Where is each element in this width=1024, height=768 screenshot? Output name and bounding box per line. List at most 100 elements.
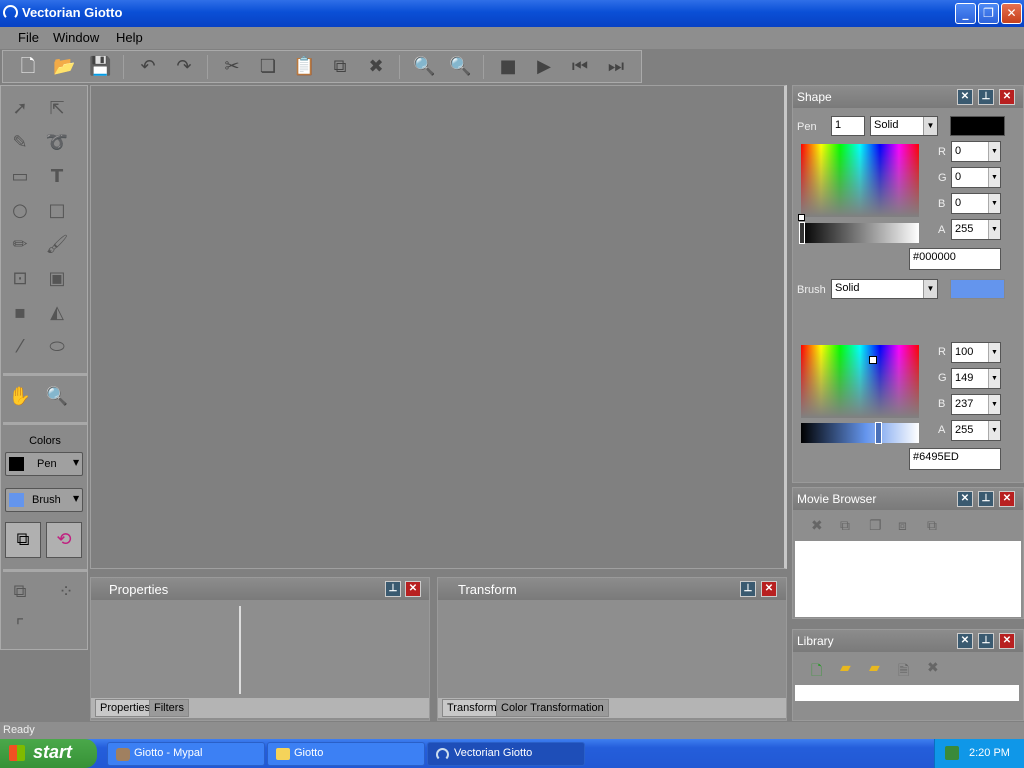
movie-browser-list[interactable] (795, 541, 1021, 617)
pin-icon[interactable]: ⊥ (740, 581, 756, 597)
last-frame-icon[interactable]: ⏭ (605, 56, 627, 78)
delete-icon[interactable]: ✖ (927, 660, 939, 676)
copy-icon[interactable]: ⧉ (840, 518, 850, 534)
chevron-down-icon[interactable]: ▼ (988, 220, 1000, 239)
pin-icon[interactable]: ⊥ (978, 89, 994, 105)
pen-hex-input[interactable]: #000000 (909, 248, 1001, 270)
corner-icon[interactable]: ⌜ (7, 614, 33, 640)
cut-icon[interactable]: ✂ (221, 56, 243, 78)
pen-icon[interactable]: ✏ (7, 232, 33, 258)
paint-bucket-icon[interactable]: ◭ (44, 300, 70, 326)
pen-width-input[interactable]: 1 (831, 116, 865, 136)
close-icon[interactable]: ✕ (999, 89, 1015, 105)
task-vectorian-giotto[interactable]: Vectorian Giotto (427, 742, 585, 766)
play-icon[interactable]: ▶ (533, 56, 555, 78)
rectangle-icon[interactable]: □ (44, 198, 70, 224)
library-list[interactable] (795, 685, 1019, 701)
eraser-icon[interactable]: ⬭ (44, 334, 70, 360)
brush-icon[interactable]: 🖌 (44, 232, 70, 258)
chevron-down-icon[interactable]: ▼ (988, 421, 1000, 440)
network-icon[interactable] (945, 746, 959, 760)
pin-icon[interactable]: ⊥ (385, 581, 401, 597)
first-frame-icon[interactable]: ⏮ (569, 56, 591, 78)
brush-color-button[interactable]: Brush ▼ (5, 488, 83, 512)
delete-icon[interactable]: ✖ (811, 518, 823, 534)
close-icon[interactable]: ✕ (999, 491, 1015, 507)
close-icon[interactable]: ✕ (405, 581, 421, 597)
open-folder-icon[interactable]: 📂 (53, 56, 75, 78)
brush-alpha-handle[interactable] (875, 422, 882, 444)
ink-bottle-icon[interactable]: ▣ (44, 266, 70, 292)
hand-icon[interactable]: ✋ (7, 384, 33, 410)
pin-icon[interactable]: ⊥ (978, 633, 994, 649)
chevron-down-icon[interactable]: ▼ (988, 168, 1000, 187)
new-folder-icon[interactable]: ▰ (840, 660, 851, 676)
tab-color-transformation[interactable]: Color Transformation (496, 699, 609, 717)
brush-g-input[interactable]: 149 ▼ (951, 368, 1001, 389)
start-button[interactable]: start (0, 739, 97, 768)
pen-style-select[interactable]: Solid ▼ (870, 116, 938, 136)
default-colors-icon[interactable]: ⧉ (5, 522, 41, 558)
pin-icon[interactable]: ⊥ (978, 491, 994, 507)
zoom-tool-icon[interactable]: 🔍 (44, 384, 70, 410)
close-icon[interactable]: ✕ (761, 581, 777, 597)
properties-icon[interactable]: 🗎 (898, 660, 909, 684)
new-file-icon[interactable]: 🗋 (17, 56, 39, 78)
move-down-icon[interactable]: ⧈ (898, 518, 907, 534)
pen-color-spectrum[interactable] (801, 144, 919, 217)
arrow-select-icon[interactable]: ➚ (7, 96, 33, 122)
zoom-out-icon[interactable]: 🔍 (449, 56, 471, 78)
close-icon[interactable]: ✕ (957, 491, 973, 507)
chevron-down-icon[interactable]: ▼ (988, 369, 1000, 388)
pen-r-input[interactable]: 0 ▼ (951, 141, 1001, 162)
task-giotto-folder[interactable]: Giotto (267, 742, 425, 766)
tab-transform[interactable]: Transform (442, 699, 502, 717)
brush-color-spectrum[interactable] (801, 345, 919, 418)
duplicate-icon[interactable]: ⧉ (329, 56, 351, 78)
maximize-button[interactable]: ❐ (978, 3, 999, 24)
redo-icon[interactable]: ↷ (173, 56, 195, 78)
brush-alpha-slider[interactable] (801, 423, 919, 443)
brush-hex-input[interactable]: #6495ED (909, 448, 1001, 470)
close-icon[interactable]: ✕ (957, 89, 973, 105)
chevron-down-icon[interactable]: ▼ (988, 194, 1000, 213)
lock-icon[interactable]: ▪ (7, 300, 33, 326)
swap-colors-icon[interactable]: ⟲ (46, 522, 82, 558)
zoom-in-icon[interactable]: 🔍 (413, 56, 435, 78)
undo-icon[interactable]: ↶ (137, 56, 159, 78)
stop-icon[interactable]: ■ (497, 56, 519, 78)
new-symbol-icon[interactable]: 🗋 (811, 660, 822, 684)
save-icon[interactable]: 💾 (89, 56, 111, 78)
chevron-down-icon[interactable]: ▼ (988, 142, 1000, 161)
text-icon[interactable]: T (44, 164, 70, 190)
paste-icon[interactable]: 📋 (293, 56, 315, 78)
brush-r-input[interactable]: 100 ▼ (951, 342, 1001, 363)
snap-icon[interactable]: ⁘ (53, 579, 79, 605)
pen-b-input[interactable]: 0 ▼ (951, 193, 1001, 214)
chevron-down-icon[interactable]: ▼ (988, 343, 1000, 362)
close-icon[interactable]: ✕ (999, 633, 1015, 649)
pen-alpha-slider[interactable] (801, 223, 919, 243)
open-folder-icon[interactable]: ▰ (869, 660, 880, 676)
delete-icon[interactable]: ✖ (365, 56, 387, 78)
pen-alpha-handle[interactable] (799, 222, 805, 244)
move-up-icon[interactable]: ⧉ (927, 518, 937, 534)
ellipse-icon[interactable]: ○ (7, 198, 33, 224)
stage-canvas[interactable] (90, 85, 787, 569)
pen-a-input[interactable]: 255 ▼ (951, 219, 1001, 240)
fill-transform-icon[interactable]: ⊡ (7, 266, 33, 292)
tab-filters[interactable]: Filters (149, 699, 189, 717)
task-giotto-mypal[interactable]: Giotto - Mypal (107, 742, 265, 766)
line-icon[interactable]: ▭ (7, 164, 33, 190)
menu-help[interactable]: Help (116, 30, 143, 45)
pen-color-button[interactable]: Pen ▼ (5, 452, 83, 476)
layer-icon[interactable]: ❐ (869, 518, 882, 534)
menu-file[interactable]: File (18, 30, 39, 45)
pencil-icon[interactable]: ✎ (7, 130, 33, 156)
chevron-down-icon[interactable]: ▼ (988, 395, 1000, 414)
close-icon[interactable]: ✕ (957, 633, 973, 649)
brush-a-input[interactable]: 255 ▼ (951, 420, 1001, 441)
close-button[interactable]: ✕ (1001, 3, 1022, 24)
brush-b-input[interactable]: 237 ▼ (951, 394, 1001, 415)
pen-g-input[interactable]: 0 ▼ (951, 167, 1001, 188)
